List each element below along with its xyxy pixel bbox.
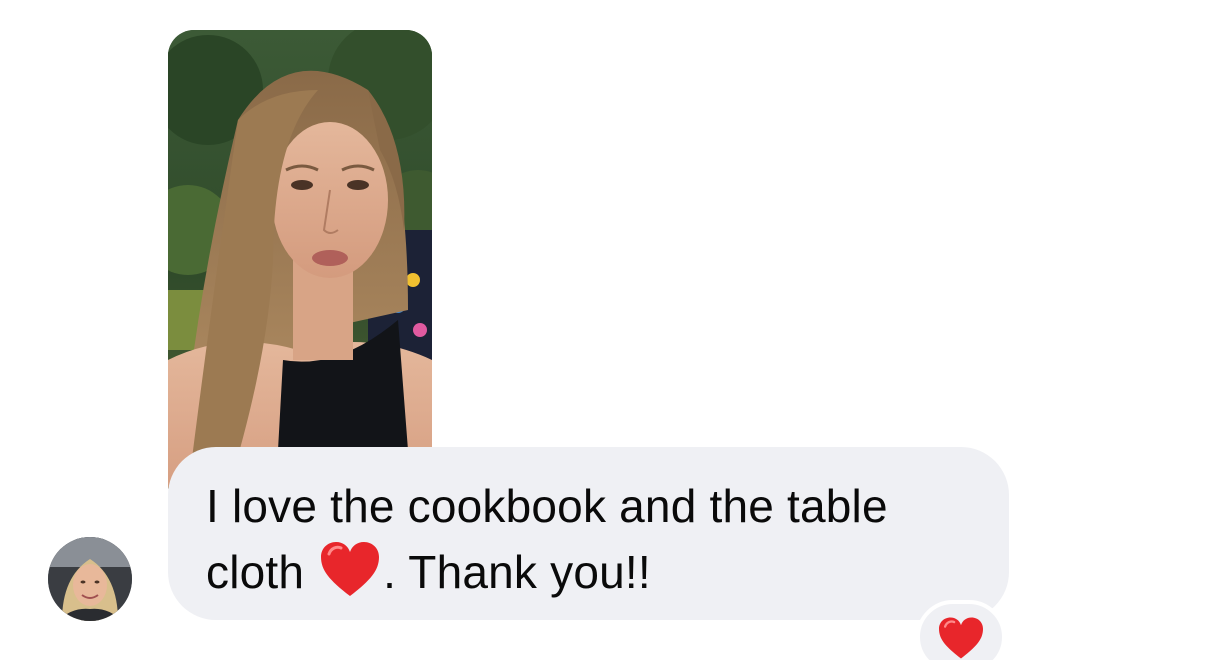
red-heart-icon	[939, 617, 983, 659]
sender-avatar[interactable]	[48, 537, 132, 621]
heart-reaction[interactable]	[916, 600, 1006, 660]
message-line-2-end: . Thank you!!	[383, 546, 651, 598]
message-bubble[interactable]: I love the cookbook and the table cloth …	[168, 447, 1009, 620]
reply-arrow-icon	[190, 0, 224, 6]
message-line-1: I love the cookbook and the table	[206, 480, 888, 532]
shared-video-message[interactable]	[168, 30, 432, 510]
video-thumbnail	[168, 30, 432, 510]
profile-photo-icon	[48, 537, 132, 621]
message-line-2-start: cloth	[206, 546, 318, 598]
chat-thread: I love the cookbook and the table cloth …	[0, 0, 1215, 660]
red-heart-icon	[319, 540, 381, 598]
message-text: I love the cookbook and the table cloth …	[206, 473, 973, 605]
